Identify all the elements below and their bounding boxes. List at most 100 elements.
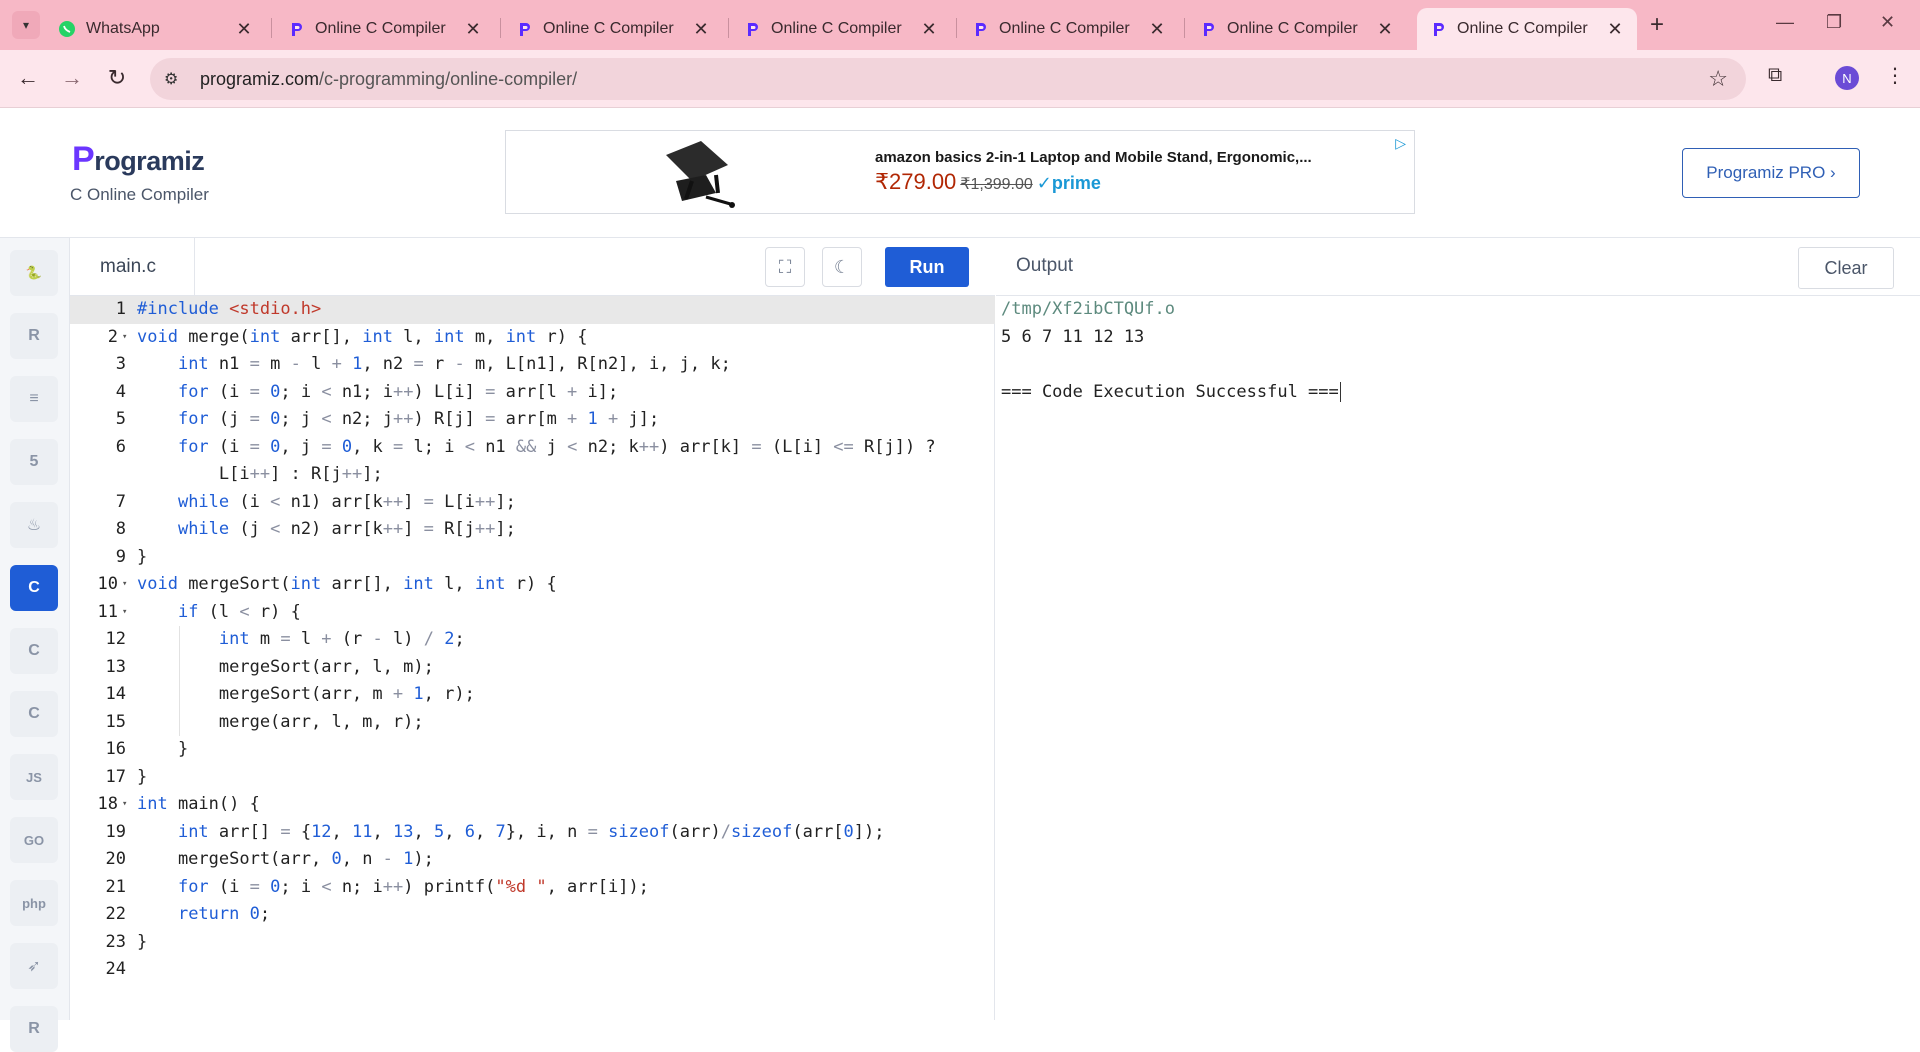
prime-badge: ✓prime bbox=[1036, 173, 1101, 193]
browser-tab[interactable]: Online C Compiler ✕ bbox=[275, 8, 495, 50]
line-number: 21 bbox=[105, 876, 126, 897]
line-number: 4 bbox=[115, 381, 126, 402]
adchoices-icon[interactable]: ▷ bbox=[1395, 135, 1406, 152]
tab-search-button[interactable]: ▾ bbox=[12, 11, 40, 39]
new-tab-button[interactable]: + bbox=[1650, 11, 1664, 39]
code-line[interactable]: int main() { bbox=[137, 791, 260, 819]
close-tab-icon[interactable]: ✕ bbox=[463, 19, 483, 40]
line-number: 19 bbox=[105, 821, 126, 842]
line-number: 11 ▾ bbox=[70, 599, 132, 627]
browser-tab[interactable]: Online C Compiler ✕ bbox=[503, 8, 723, 50]
advertisement-banner[interactable]: amazon basics 2-in-1 Laptop and Mobile S… bbox=[505, 130, 1415, 214]
go-icon[interactable]: GO bbox=[10, 817, 58, 863]
programiz-icon bbox=[971, 20, 989, 38]
code-line[interactable]: for (i = 0; i < n; i++) printf("%d ", ar… bbox=[137, 874, 649, 902]
fold-arrow-icon[interactable]: ▾ bbox=[122, 791, 127, 819]
code-line[interactable]: int m = l + (r - l) / 2; bbox=[137, 626, 465, 654]
minimize-icon[interactable]: — bbox=[1776, 12, 1794, 33]
tab-title: Online C Compiler bbox=[543, 20, 674, 37]
extensions-icon[interactable]: ⧉ bbox=[1768, 64, 1782, 87]
output-line: === Code Execution Successful === bbox=[1001, 381, 1341, 402]
code-line[interactable]: } bbox=[137, 736, 188, 764]
line-number: 3 bbox=[115, 354, 126, 374]
python-icon[interactable]: 🐍 bbox=[10, 250, 58, 296]
line-number: 16 bbox=[105, 739, 126, 759]
line-number: 1 bbox=[115, 299, 126, 319]
browser-tab[interactable]: Online C Compiler ✕ bbox=[1187, 8, 1407, 50]
code-line[interactable]: int n1 = m - l + 1, n2 = r - m, L[n1], R… bbox=[137, 351, 731, 379]
code-line[interactable]: void merge(int arr[], int l, int m, int … bbox=[137, 324, 587, 352]
browser-toolbar: ← → ↻ ⚙ programiz.com/c-programming/onli… bbox=[0, 50, 1920, 108]
code-line[interactable]: mergeSort(arr, 0, n - 1); bbox=[137, 846, 434, 874]
tab-separator bbox=[956, 18, 957, 38]
browser-tab[interactable]: Online C Compiler ✕ bbox=[959, 8, 1179, 50]
fullscreen-icon[interactable]: ⛶ bbox=[765, 247, 805, 287]
swift-icon[interactable]: ➶ bbox=[10, 943, 58, 989]
code-line[interactable]: #include <stdio.h> bbox=[137, 296, 321, 324]
code-line[interactable]: void mergeSort(int arr[], int l, int r) … bbox=[137, 571, 557, 599]
code-line[interactable]: } bbox=[137, 764, 147, 792]
line-number: 8 bbox=[115, 519, 126, 539]
code-line[interactable]: for (i = 0; i < n1; i++) L[i] = arr[l + … bbox=[137, 379, 618, 407]
close-tab-icon[interactable]: ✕ bbox=[234, 19, 254, 40]
code-line[interactable]: int arr[] = {12, 11, 13, 5, 6, 7}, i, n … bbox=[137, 819, 885, 847]
fold-arrow-icon[interactable]: ▾ bbox=[122, 599, 127, 627]
code-editor[interactable]: 1 2 ▾ 3 4 5 6 7 8 9 10 ▾ 11 ▾ 12 13 14 15 16 17 18 ▾ 19 20 21 22 2… bbox=[70, 296, 995, 1020]
browser-tab[interactable]: WhatsApp ✕ bbox=[46, 8, 266, 50]
close-window-icon[interactable]: ✕ bbox=[1880, 12, 1895, 33]
site-info-icon[interactable]: ⚙ bbox=[164, 69, 188, 89]
browser-menu-icon[interactable]: ⋮ bbox=[1885, 63, 1905, 88]
dark-mode-icon[interactable]: ☾ bbox=[822, 247, 862, 287]
line-number: 13 bbox=[105, 656, 126, 677]
code-line[interactable]: return 0; bbox=[137, 901, 270, 929]
profile-avatar[interactable]: N bbox=[1835, 66, 1859, 90]
close-tab-icon[interactable]: ✕ bbox=[1375, 19, 1395, 40]
fold-arrow-icon[interactable]: ▾ bbox=[122, 571, 127, 599]
programiz-pro-button[interactable]: Programiz PRO › bbox=[1682, 148, 1860, 198]
code-line[interactable]: for (j = 0; j < n2; j++) R[j] = arr[m + … bbox=[137, 406, 659, 434]
output-line: 5 6 7 11 12 13 bbox=[1001, 326, 1145, 347]
csharp-icon[interactable]: C bbox=[10, 691, 58, 737]
fold-arrow-icon[interactable]: ▾ bbox=[122, 324, 127, 352]
address-bar[interactable]: ⚙ programiz.com/c-programming/online-com… bbox=[150, 58, 1746, 100]
reload-icon[interactable]: ↻ bbox=[103, 65, 131, 91]
code-line[interactable]: mergeSort(arr, l, m); bbox=[137, 654, 434, 682]
output-console[interactable]: /tmp/Xf2ibCTQUf.o 5 6 7 11 12 13 === Code … bbox=[996, 296, 1920, 1020]
restore-icon[interactable]: ❐ bbox=[1826, 12, 1842, 33]
bookmark-star-icon[interactable]: ☆ bbox=[1708, 66, 1728, 92]
php-icon[interactable]: php bbox=[10, 880, 58, 926]
code-line[interactable]: while (i < n1) arr[k++] = L[i++]; bbox=[137, 489, 516, 517]
programiz-icon bbox=[515, 20, 533, 38]
close-tab-icon[interactable]: ✕ bbox=[1605, 19, 1625, 40]
file-tab-main-c[interactable]: main.c bbox=[70, 238, 195, 296]
code-line[interactable]: mergeSort(arr, m + 1, r); bbox=[137, 681, 475, 709]
code-line[interactable]: if (l < r) { bbox=[137, 599, 301, 627]
rust-icon[interactable]: R bbox=[10, 1006, 58, 1052]
r-icon[interactable]: R bbox=[10, 313, 58, 359]
browser-tab[interactable]: Online C Compiler ✕ bbox=[731, 8, 951, 50]
html5-icon[interactable]: 5 bbox=[10, 439, 58, 485]
sql-icon[interactable]: ≡ bbox=[10, 376, 58, 422]
code-line[interactable]: } bbox=[137, 929, 147, 957]
line-number: 17 bbox=[105, 766, 126, 787]
output-header: Output Clear bbox=[996, 238, 1920, 296]
cpp-icon[interactable]: C bbox=[10, 628, 58, 674]
code-line[interactable]: for (i = 0, j = 0, k = l; i < n1 && j < … bbox=[137, 434, 936, 462]
code-line[interactable]: } bbox=[137, 544, 147, 572]
close-tab-icon[interactable]: ✕ bbox=[691, 19, 711, 40]
c-icon[interactable]: C bbox=[10, 565, 58, 611]
run-button[interactable]: Run bbox=[885, 247, 969, 287]
indent-guide bbox=[179, 626, 180, 736]
browser-tab[interactable]: Online C Compiler ✕ bbox=[1417, 8, 1637, 50]
close-tab-icon[interactable]: ✕ bbox=[1147, 19, 1167, 40]
line-number: 5 bbox=[115, 409, 126, 429]
back-icon[interactable]: ← bbox=[14, 65, 42, 91]
forward-icon[interactable]: → bbox=[58, 65, 86, 91]
clear-button[interactable]: Clear bbox=[1798, 247, 1894, 289]
code-line[interactable]: while (j < n2) arr[k++] = R[j++]; bbox=[137, 516, 516, 544]
close-tab-icon[interactable]: ✕ bbox=[919, 19, 939, 40]
javascript-icon[interactable]: JS bbox=[10, 754, 58, 800]
java-icon[interactable]: ♨ bbox=[10, 502, 58, 548]
programiz-logo[interactable]: Programiz bbox=[72, 140, 205, 179]
code-line[interactable]: L[i++] : R[j++]; bbox=[137, 461, 383, 489]
